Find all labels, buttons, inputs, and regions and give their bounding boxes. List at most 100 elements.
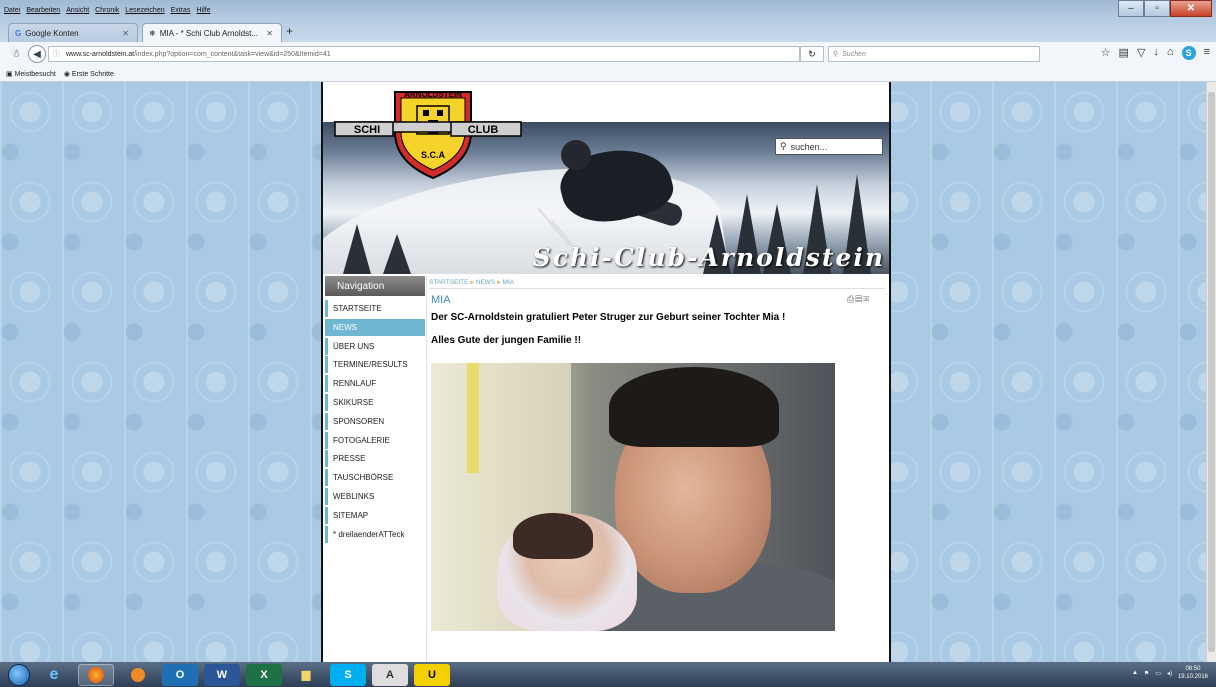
site-container: ⚲ suchen... Schi-Club-Arnoldstein ARNOLD… <box>321 82 891 662</box>
nav-item-tauschboerse[interactable]: TAUSCHBÖRSE <box>325 469 425 487</box>
navigation-bar: ☃ ◀ ⓘ www.sc-arnoldstein.at /index.php?o… <box>0 42 1216 66</box>
logo-bottom-text: S.C.A <box>421 150 446 160</box>
menu-chronik[interactable]: Chronik <box>95 7 119 14</box>
close-tab-icon[interactable]: ✕ <box>122 29 129 38</box>
tab-label: Google Konten <box>25 28 79 38</box>
browser-search-input[interactable]: ⚲ Suchen <box>828 46 1040 62</box>
menu-bearbeiten[interactable]: Bearbeiten <box>26 7 60 14</box>
nav-item-fotogalerie[interactable]: FOTOGALERIE <box>325 431 425 449</box>
home-icon[interactable]: ⌂ <box>1167 46 1174 60</box>
start-button[interactable] <box>8 663 30 686</box>
scrollbar-thumb[interactable] <box>1208 92 1215 652</box>
firefox-icon[interactable]: ☃ <box>8 49 24 60</box>
photo-father-hair <box>609 367 779 447</box>
acrobat-icon[interactable]: A <box>372 663 408 686</box>
snowflake-icon: ❄ <box>149 28 156 38</box>
nav-item-ueber-uns[interactable]: ÜBER UNS <box>325 337 425 355</box>
nav-item-termine[interactable]: TERMINE/RESULTS <box>325 356 425 374</box>
menu-bar: Datei Bearbeiten Ansicht Chronik Lesezei… <box>0 0 1216 20</box>
new-tab-icon[interactable]: + <box>286 24 293 38</box>
bookmarks-list-icon[interactable]: ▤ <box>1119 46 1129 60</box>
skype-taskbar-icon[interactable]: S <box>330 663 366 686</box>
breadcrumb-arrow-icon: ▸ <box>497 279 501 286</box>
toolbar-icons: ☆ ▤ ▽ ↓ ⌂ S ≡ <box>1101 46 1210 60</box>
logo-left-text: SCHI <box>354 124 380 136</box>
clock-date: 19.10.2016 <box>1177 674 1208 680</box>
menu-lesezeichen[interactable]: Lesezeichen <box>125 7 164 14</box>
tray-arrow-icon[interactable]: ▲ <box>1132 670 1138 676</box>
info-icon[interactable]: ⓘ <box>53 49 60 59</box>
close-tab-icon[interactable]: ✕ <box>266 29 273 38</box>
folder-icon[interactable]: ▆ <box>288 664 324 686</box>
word-icon[interactable]: W <box>204 663 240 686</box>
ie-icon[interactable]: e <box>36 664 72 686</box>
bookmark-star-icon[interactable]: ☆ <box>1101 46 1111 60</box>
google-icon: G <box>15 28 22 38</box>
system-tray: ▲ ⚑ ▭ ◂) 08:50 19.10.2016 <box>1132 665 1208 681</box>
breadcrumb-news[interactable]: NEWS <box>476 279 496 286</box>
nav-item-sitemap[interactable]: SITEMAP <box>325 506 425 524</box>
site-search-input[interactable]: ⚲ suchen... <box>775 138 883 155</box>
menu-extras[interactable]: Extras <box>171 7 191 14</box>
reload-icon[interactable]: ↻ <box>800 46 824 62</box>
back-button[interactable]: ◀ <box>28 45 46 63</box>
skype-icon[interactable]: S <box>1181 46 1196 60</box>
pdf-icon[interactable]: ⎙ <box>847 294 855 304</box>
nav-heading: Navigation <box>325 276 425 296</box>
skier-helmet <box>561 140 591 170</box>
media-player-icon[interactable] <box>120 664 156 686</box>
tab-label: MIA - * Schi Club Arnoldst... <box>159 28 258 38</box>
nav-item-presse[interactable]: PRESSE <box>325 450 425 468</box>
nav-item-dreilaender[interactable]: * dreilaenderATTeck <box>325 525 425 543</box>
breadcrumb-arrow-icon: ▸ <box>470 279 474 286</box>
email-icon[interactable]: ✉ <box>863 294 870 304</box>
nav-item-skikurse[interactable]: SKIKURSE <box>325 393 425 411</box>
clock[interactable]: 08:50 19.10.2016 <box>1178 665 1208 681</box>
page-scrollbar[interactable] <box>1206 82 1216 662</box>
tab-mia[interactable]: ❄ MIA - * Schi Club Arnoldst... ✕ <box>142 23 282 42</box>
bookmark-label: Meistbesucht <box>14 70 56 78</box>
menu-datei[interactable]: Datei <box>4 7 20 14</box>
menu-icon[interactable]: ≡ <box>1204 46 1210 60</box>
nav-item-rennlauf[interactable]: RENNLAUF <box>325 375 425 393</box>
breadcrumb-startseite[interactable]: STARTSEITE <box>429 279 469 286</box>
flag-icon[interactable]: ⚑ <box>1144 670 1149 677</box>
maximize-button[interactable]: ▫ <box>1144 0 1170 17</box>
volume-icon[interactable]: ◂) <box>1167 670 1172 677</box>
breadcrumb-divider <box>429 288 885 289</box>
search-placeholder: Suchen <box>842 50 866 58</box>
photo-wall-detail <box>467 363 479 473</box>
site-navigation: Navigation STARTSEITE NEWS ÜBER UNS TERM… <box>325 276 425 544</box>
u-app-icon[interactable]: U <box>414 663 450 686</box>
nav-item-news[interactable]: NEWS <box>325 318 425 336</box>
menu-ansicht[interactable]: Ansicht <box>66 7 89 14</box>
minimize-button[interactable]: – <box>1118 0 1144 17</box>
menu-hilfe[interactable]: Hilfe <box>196 7 210 14</box>
breadcrumb: STARTSEITE ▸ NEWS ▸ MIA <box>429 278 514 286</box>
bookmark-meistbesucht[interactable]: ▣ Meistbesucht <box>6 70 56 78</box>
network-icon[interactable]: ▭ <box>1155 670 1161 677</box>
firefox-taskbar-icon[interactable] <box>78 663 114 686</box>
article-photo <box>431 363 835 631</box>
excel-icon[interactable]: X <box>246 663 282 686</box>
pocket-icon[interactable]: ▽ <box>1137 46 1145 60</box>
bookmarks-bar: ▣ Meistbesucht ◉ Erste Schritte <box>0 66 1216 82</box>
article-tools: ⎙▤✉ <box>847 294 870 305</box>
outlook-icon[interactable]: O <box>162 663 198 686</box>
window-controls: – ▫ ✕ <box>1118 0 1212 18</box>
print-icon[interactable]: ▤ <box>855 294 863 304</box>
url-domain: www.sc-arnoldstein.at <box>66 50 135 58</box>
nav-item-startseite[interactable]: STARTSEITE <box>325 300 425 317</box>
site-search-placeholder: suchen... <box>790 141 828 152</box>
nav-item-sponsoren[interactable]: SPONSOREN <box>325 412 425 430</box>
nav-item-weblinks[interactable]: WEBLINKS <box>325 487 425 505</box>
tree <box>383 234 411 274</box>
close-window-button[interactable]: ✕ <box>1170 0 1212 17</box>
club-logo[interactable]: ARNOLDSTEIN SCHI CLUB S.C.A <box>333 86 523 180</box>
logo-right-text: CLUB <box>468 124 499 136</box>
bookmark-erste-schritte[interactable]: ◉ Erste Schritte <box>64 70 114 78</box>
download-icon[interactable]: ↓ <box>1153 46 1159 60</box>
tab-google-konten[interactable]: G Google Konten ✕ <box>8 23 138 42</box>
url-bar[interactable]: ⓘ www.sc-arnoldstein.at /index.php?optio… <box>48 46 800 62</box>
photo-baby-hair <box>513 513 593 559</box>
